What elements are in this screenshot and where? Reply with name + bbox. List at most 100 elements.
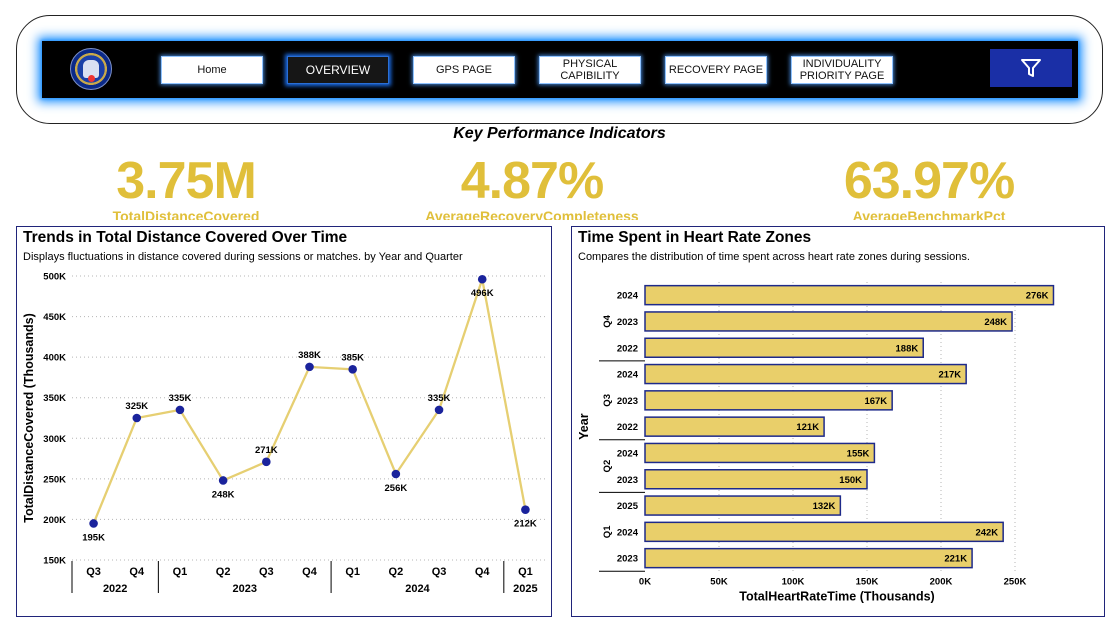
x-tick-quarter: Q3: [432, 566, 447, 578]
filter-button[interactable]: [990, 49, 1072, 87]
data-label: 335K: [428, 393, 451, 404]
data-point[interactable]: [434, 405, 444, 415]
data-point[interactable]: [89, 519, 98, 528]
nav-button-physical-capability[interactable]: PHYSICAL CAPIBILITY: [539, 56, 641, 84]
nav-button-recovery-page[interactable]: RECOVERY PAGE: [665, 56, 767, 84]
x-tick-quarter: Q4: [302, 566, 318, 578]
distance-trend-panel: Trends in Total Distance Covered Over Ti…: [16, 226, 552, 617]
y-tick-label: 250K: [43, 474, 66, 485]
y-tick-label: 450K: [43, 312, 66, 323]
x-axis-title: TotalHeartRateTime (Thousands): [739, 589, 934, 603]
heart-rate-zones-panel: Time Spent in Heart Rate Zones Compares …: [571, 226, 1105, 617]
bar-data-label: 150K: [839, 475, 862, 486]
x-tick-quarter: Q4: [129, 566, 145, 578]
x-tick-year: 2022: [103, 583, 127, 595]
data-point[interactable]: [132, 413, 142, 423]
data-label: 271K: [255, 445, 278, 456]
nav-button-individuality-priority-page[interactable]: INDIVIDUALITY PRIORITY PAGE: [791, 56, 893, 84]
x-tick-label: 50K: [710, 576, 728, 587]
heart-rate-bar[interactable]: [644, 390, 893, 411]
data-point[interactable]: [175, 405, 185, 415]
kpi-value: 63.97%: [843, 152, 1015, 210]
kpi-label: AverageRecoveryCompleteness: [425, 209, 639, 220]
nav-button-home[interactable]: Home: [161, 56, 263, 84]
heart-rate-bar[interactable]: [644, 363, 967, 385]
heart-rate-bar[interactable]: [644, 469, 868, 490]
x-tick-year: 2024: [405, 583, 430, 595]
nav-button-gps-page[interactable]: GPS PAGE: [413, 56, 515, 84]
heart-rate-bar-chart[interactable]: 0K 50K 100K 150K 200K 250K TotalHeartRateTime …: [572, 227, 1103, 615]
y-tick-year: 2024: [617, 370, 639, 381]
nav-button-overview[interactable]: OVERVIEW: [287, 56, 389, 84]
data-point[interactable]: [391, 469, 401, 479]
data-label: 195K: [82, 532, 105, 543]
y-tick-label: 150K: [43, 556, 66, 567]
y-tick-quarter: Q1: [602, 525, 613, 538]
x-tick-quarter: Q1: [518, 566, 533, 578]
kpi-label: TotalDistanceCovered: [112, 209, 260, 220]
navbar: Home OVERVIEW GPS PAGE PHYSICAL CAPIBILI…: [42, 41, 1078, 98]
x-tick-label: 150K: [856, 576, 879, 587]
data-point[interactable]: [218, 476, 228, 485]
bar-data-label: 242K: [975, 527, 998, 538]
distance-line-chart[interactable]: 150K 200K 250K 300K 350K 400K 450K 500K TotalDis…: [17, 227, 550, 615]
data-label: 248K: [212, 489, 235, 500]
kpi-card-benchmark-pct: 63.97% AverageBenchmarkPct: [814, 153, 1044, 220]
heart-rate-bar[interactable]: [644, 521, 1004, 543]
heart-rate-bar[interactable]: [644, 284, 1055, 306]
heart-rate-bar[interactable]: [644, 311, 1013, 332]
heart-rate-bar[interactable]: [644, 495, 842, 516]
filter-funnel-icon: [1021, 59, 1041, 77]
y-tick-label: 200K: [43, 515, 66, 526]
x-tick-quarter: Q3: [259, 566, 274, 578]
data-label: 335K: [169, 393, 192, 404]
x-tick-label: 250K: [1004, 576, 1027, 587]
data-label: 212K: [514, 519, 537, 530]
y-tick-year: 2024: [617, 291, 639, 302]
bar-data-label: 167K: [864, 396, 887, 407]
y-tick-year: 2025: [617, 501, 639, 512]
y-tick-label: 350K: [43, 393, 66, 404]
x-tick-quarter: Q1: [345, 566, 360, 578]
heart-rate-bar[interactable]: [644, 337, 924, 358]
data-label: 385K: [341, 352, 364, 363]
data-point[interactable]: [521, 505, 530, 514]
y-axis-title: TotalDistanceCovered (Thousands): [22, 313, 36, 523]
x-tick-label: 100K: [782, 576, 805, 587]
bar-data-label: 155K: [847, 448, 870, 459]
club-crest-icon[interactable]: [70, 48, 112, 90]
bar-data-label: 248K: [984, 317, 1007, 328]
distance-series-line: [92, 278, 527, 524]
x-tick-quarter: Q4: [475, 566, 491, 578]
heart-rate-bar[interactable]: [644, 547, 973, 569]
kpi-value: 3.75M: [116, 152, 257, 210]
y-tick-label: 400K: [43, 353, 66, 364]
y-tick-year: 2023: [617, 475, 638, 486]
y-tick-year: 2022: [617, 422, 638, 433]
x-tick-quarter: Q1: [173, 566, 188, 578]
data-point[interactable]: [348, 365, 357, 374]
x-tick-year: 2025: [513, 583, 537, 595]
kpi-section-title: Key Performance Indicators: [453, 125, 666, 142]
y-tick-year: 2022: [617, 343, 638, 354]
bar-data-label: 221K: [944, 554, 967, 565]
data-point[interactable]: [477, 274, 487, 284]
bar-data-label: 217K: [938, 370, 961, 381]
data-point[interactable]: [262, 457, 271, 467]
bar-data-label: 188K: [896, 343, 919, 354]
y-tick-year: 2023: [617, 317, 638, 328]
y-tick-label: 500K: [43, 272, 66, 283]
crest-ball-shape: [88, 75, 95, 82]
kpi-card-recovery-completeness: 4.87% AverageRecoveryCompleteness: [402, 153, 662, 220]
x-tick-quarter: Q2: [389, 566, 404, 578]
y-tick-quarter: Q3: [602, 394, 613, 407]
bar-data-label: 276K: [1026, 291, 1049, 302]
y-tick-quarter: Q4: [602, 314, 613, 327]
y-tick-year: 2024: [617, 527, 639, 538]
y-axis-title: Year: [577, 413, 591, 440]
bar-data-label: 132K: [813, 501, 836, 512]
data-point[interactable]: [305, 362, 314, 372]
data-label: 325K: [125, 401, 148, 412]
bar-data-label: 121K: [796, 422, 819, 433]
heart-rate-bar[interactable]: [644, 442, 876, 464]
